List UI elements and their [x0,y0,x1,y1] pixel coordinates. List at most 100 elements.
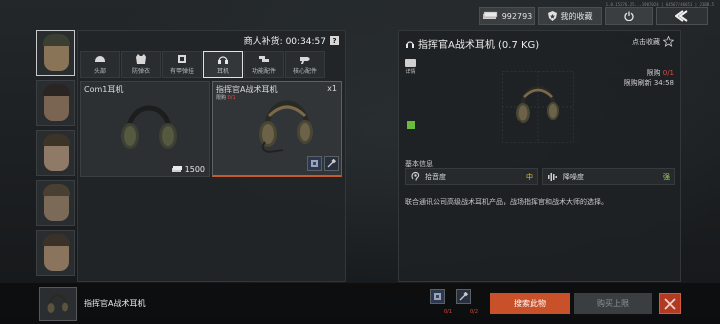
operator-list [36,30,75,280]
detail-tab[interactable]: 详情 [405,59,416,75]
limit-value: 0/1 [662,69,674,77]
tab-helmet[interactable]: 头部 [80,51,120,78]
headset-icon [218,56,228,64]
selected-item-name: 指挥官A战术耳机 [84,299,146,308]
top-bar: 992793 我的收藏 [479,7,708,27]
detail-title: 指挥官A战术耳机 (0.7 KG) [405,36,539,51]
limit-value: 0/1 [227,95,236,101]
tab-accessory[interactable]: 功能配件 [244,51,284,78]
power-icon [624,11,634,21]
headset-icon [406,40,414,48]
details-icon [405,59,416,67]
limit-label: 限购 [646,69,661,77]
item-count: x1 [327,84,337,93]
mod-count: 0/1 [444,309,453,315]
tab-label: 功能配件 [251,68,276,75]
favorites-button[interactable]: 我的收藏 [538,7,602,25]
power-button[interactable] [605,7,653,25]
item-price-value: 1500 [184,165,205,174]
noise-reduction-icon [548,172,557,181]
detail-tab-label: 详情 [405,69,416,75]
shield-star-icon [547,11,557,21]
merchant-panel: 商人补货: 00:34:57 ? 头部 防弹衣 有甲弹挂 耳机 功能配件 核心配… [77,30,346,282]
currency-display: 992793 [479,7,535,25]
restock-timer: 商人补货: 00:34:57 ? [244,34,339,47]
attribute-pickup: 拾音度 中 [405,168,538,185]
hair [43,234,70,246]
attribute-value: 强 [663,172,670,181]
armor-plate-icon [307,156,322,171]
inventory-size-icon [407,121,411,125]
rig-icon [178,55,186,63]
tab-core[interactable]: 核心配件 [285,51,325,78]
item-price: 1500 [171,165,205,174]
operator-portrait-1[interactable] [36,30,75,76]
attribute-value: 中 [526,172,533,181]
operator-portrait-2[interactable] [36,80,75,126]
cap [43,34,70,46]
bottom-action-bar: 指挥官A战术耳机 0/1 0/2 搜索此物 购买上限 [0,283,720,324]
limit-label: 限购 [216,95,227,101]
item-description: 联合通讯公司高级战术耳机产品，战场指挥官和战术大师的选择。 [405,198,608,206]
headset-image [259,100,313,154]
ear-icon [411,171,420,181]
operator-portrait-3[interactable] [36,130,75,176]
item-card-commander-a-headset[interactable]: 指挥官A战术耳机 x1 限购 0/1 [212,81,342,177]
currency-amount: 992793 [501,11,533,21]
attribute-noise-reduction: 降噪度 强 [542,168,675,185]
cash-stack-icon [482,11,497,19]
tab-label: 防弹衣 [131,68,150,75]
operator-portrait-5[interactable] [36,230,75,276]
purchase-limit-info: 限购 0/1 限购刷新 34:58 [624,68,674,88]
hair [43,134,70,146]
limit-row: 限购 0/1 [624,68,675,78]
required-mods: 0/1 0/2 [430,289,478,317]
favorite-label: 点击收藏 [632,37,660,46]
hammer-icon [324,156,339,171]
tab-label: 耳机 [216,68,229,75]
vest-icon [136,54,146,64]
refresh-label: 限购刷新 [623,79,652,87]
back-button[interactable] [656,7,708,25]
item-grid: Com1耳机 1500 指挥官A战术耳机 x1 限购 0/1 [80,81,342,177]
tab-label: 核心配件 [292,68,317,75]
operator-portrait-4[interactable] [36,180,75,226]
accessory-icon [259,56,269,62]
item-detail-panel: 指挥官A战术耳机 (0.7 KG) 点击收藏 详情 限购 0/1 限购刷新 34… [398,30,681,282]
selected-item-thumbnail [39,287,77,321]
hammer-icon [456,289,471,304]
cash-stack-icon [171,166,182,172]
refresh-row: 限购刷新 34:58 [624,78,674,88]
favorite-toggle[interactable]: 点击收藏 [632,36,674,47]
star-outline-icon [663,36,674,47]
item-3d-preview[interactable] [502,71,574,143]
tab-label: 有甲弹挂 [169,68,194,75]
mod-armor-plate[interactable]: 0/1 [430,289,452,317]
search-item-button[interactable]: 搜索此物 [490,293,570,314]
headset-image [121,105,177,149]
attribute-label: 拾音度 [425,172,446,181]
close-icon [664,297,676,310]
mod-count: 0/2 [470,309,479,315]
item-card-com1-headset[interactable]: Com1耳机 1500 [80,81,210,177]
back-arrow-icon [675,10,688,22]
tab-rig[interactable]: 有甲弹挂 [162,51,202,78]
headset-image [47,294,68,313]
tab-label: 头部 [93,68,106,75]
item-mod-icons [307,156,339,171]
attribute-label: 降噪度 [563,172,584,181]
tab-vest[interactable]: 防弹衣 [121,51,161,78]
hair [43,84,70,96]
help-button[interactable]: ? [330,36,339,45]
tab-headset[interactable]: 耳机 [203,51,243,78]
refresh-time: 34:58 [653,79,674,87]
buy-limit-button[interactable]: 购买上限 [574,293,652,314]
close-button[interactable] [659,293,681,314]
helmet-icon [95,56,105,62]
favorites-label: 我的收藏 [560,11,593,21]
detail-title-text: 指挥官A战术耳机 (0.7 KG) [418,40,540,51]
category-tabs: 头部 防弹衣 有甲弹挂 耳机 功能配件 核心配件 [80,51,325,78]
core-icon [300,57,310,64]
mod-hammer[interactable]: 0/2 [456,289,478,317]
item-limit: 限购 0/1 [216,94,236,101]
